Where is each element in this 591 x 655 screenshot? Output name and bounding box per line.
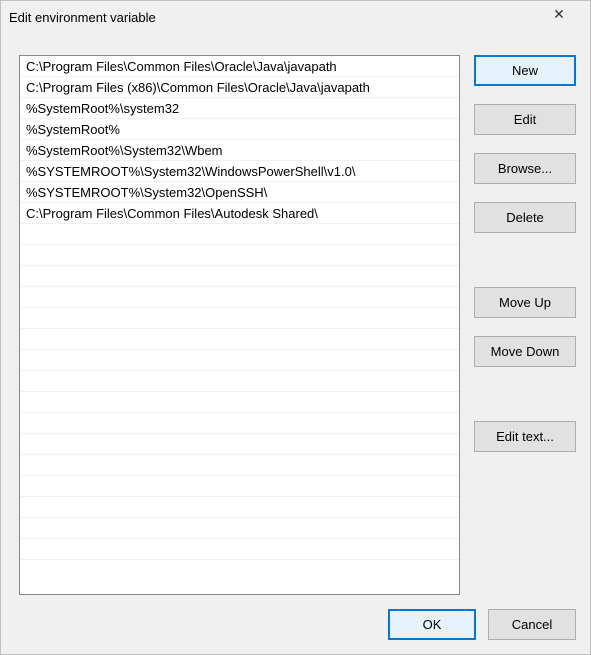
delete-button[interactable]: Delete xyxy=(474,202,576,233)
path-list-row[interactable] xyxy=(20,455,459,476)
path-list-row[interactable]: %SYSTEMROOT%\System32\WindowsPowerShell\… xyxy=(20,161,459,182)
path-list-row[interactable] xyxy=(20,287,459,308)
dialog-content: C:\Program Files\Common Files\Oracle\Jav… xyxy=(1,33,590,609)
path-list-row[interactable] xyxy=(20,371,459,392)
dialog-footer: OK Cancel xyxy=(1,609,590,654)
edit-button[interactable]: Edit xyxy=(474,104,576,135)
path-list-row[interactable]: %SystemRoot% xyxy=(20,119,459,140)
move-down-button[interactable]: Move Down xyxy=(474,336,576,367)
path-list-row[interactable]: C:\Program Files\Common Files\Oracle\Jav… xyxy=(20,56,459,77)
path-list-row[interactable]: C:\Program Files\Common Files\Autodesk S… xyxy=(20,203,459,224)
cancel-button[interactable]: Cancel xyxy=(488,609,576,640)
path-list-row[interactable] xyxy=(20,224,459,245)
path-list-row[interactable] xyxy=(20,539,459,560)
path-list-row[interactable] xyxy=(20,245,459,266)
titlebar: Edit environment variable ✕ xyxy=(1,1,590,33)
path-list-row[interactable]: C:\Program Files (x86)\Common Files\Orac… xyxy=(20,77,459,98)
path-list-row[interactable]: %SYSTEMROOT%\System32\OpenSSH\ xyxy=(20,182,459,203)
path-list-row[interactable] xyxy=(20,266,459,287)
path-list-row[interactable] xyxy=(20,518,459,539)
side-button-column: New Edit Browse... Delete Move Up Move D… xyxy=(474,55,576,595)
edit-text-button[interactable]: Edit text... xyxy=(474,421,576,452)
close-button[interactable]: ✕ xyxy=(538,1,580,27)
path-list-row[interactable] xyxy=(20,497,459,518)
path-list-row[interactable] xyxy=(20,476,459,497)
path-list-row[interactable] xyxy=(20,434,459,455)
path-list-row[interactable] xyxy=(20,329,459,350)
path-list[interactable]: C:\Program Files\Common Files\Oracle\Jav… xyxy=(19,55,460,595)
path-list-row[interactable]: %SystemRoot%\System32\Wbem xyxy=(20,140,459,161)
move-up-button[interactable]: Move Up xyxy=(474,287,576,318)
edit-env-var-dialog: Edit environment variable ✕ C:\Program F… xyxy=(0,0,591,655)
path-list-row[interactable]: %SystemRoot%\system32 xyxy=(20,98,459,119)
dialog-title: Edit environment variable xyxy=(9,10,156,25)
ok-button[interactable]: OK xyxy=(388,609,476,640)
new-button[interactable]: New xyxy=(474,55,576,86)
path-list-row[interactable] xyxy=(20,308,459,329)
path-list-row[interactable] xyxy=(20,413,459,434)
path-list-row[interactable] xyxy=(20,392,459,413)
browse-button[interactable]: Browse... xyxy=(474,153,576,184)
path-list-row[interactable] xyxy=(20,350,459,371)
close-icon: ✕ xyxy=(553,6,565,23)
